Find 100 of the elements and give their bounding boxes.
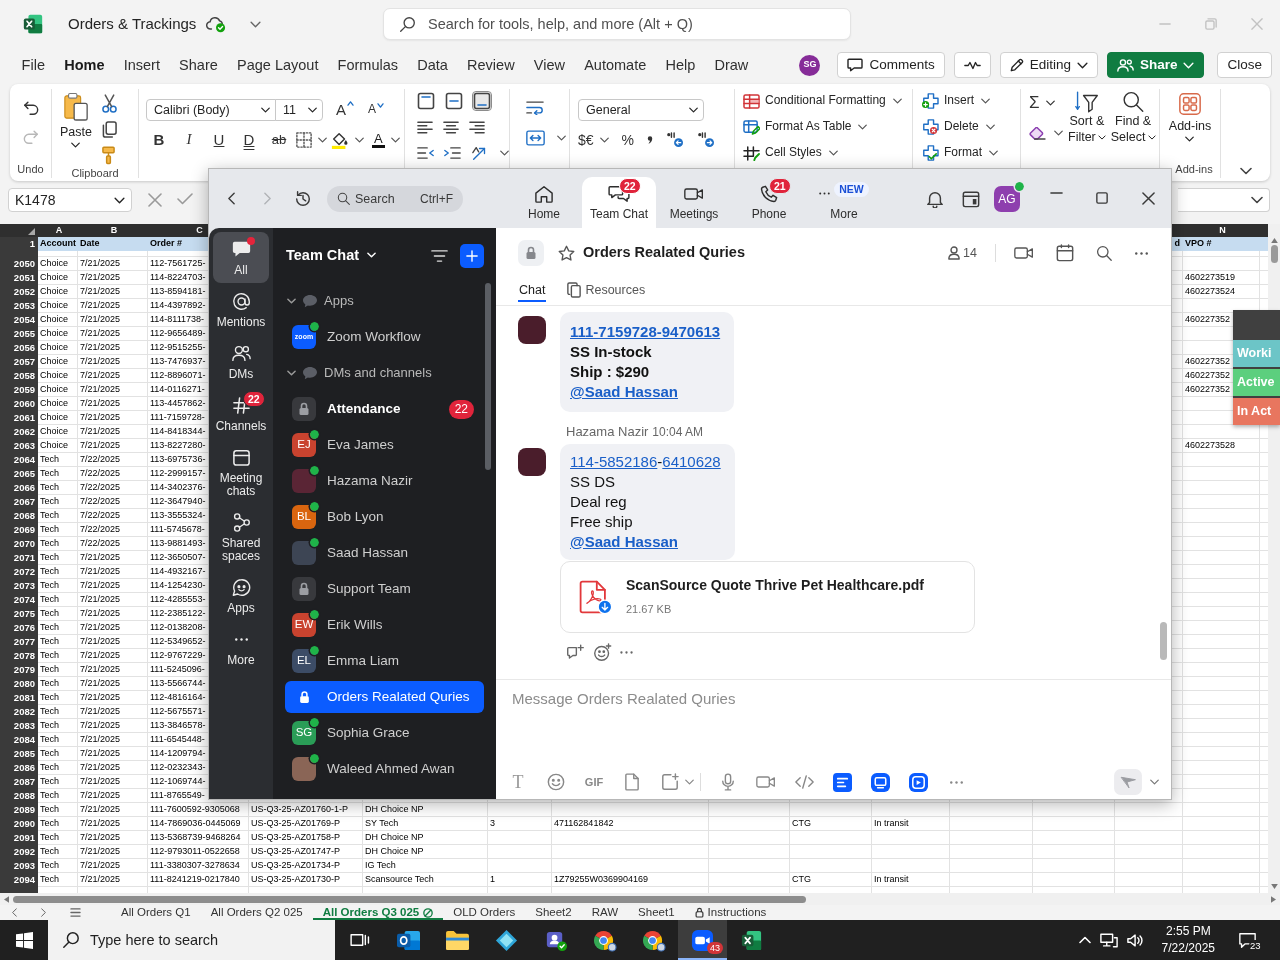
nav-tab[interactable]: Home: [507, 177, 581, 228]
font-size-dropdown[interactable]: 11: [275, 99, 323, 121]
cancel-icon[interactable]: [148, 193, 162, 207]
paste-button[interactable]: Paste: [60, 92, 92, 165]
bold-button[interactable]: B: [146, 129, 172, 151]
middle-align-icon[interactable]: [445, 92, 463, 110]
more-icon[interactable]: [948, 780, 964, 784]
previous-sheet-icon[interactable]: [12, 908, 17, 917]
chevron-down-icon[interactable]: [685, 779, 694, 785]
row-number[interactable]: 2060: [13, 398, 35, 409]
row-number[interactable]: 2080: [13, 678, 35, 689]
row-number[interactable]: 2051: [13, 272, 35, 283]
more-icon[interactable]: [1134, 251, 1149, 255]
row-number[interactable]: 2067: [13, 496, 35, 507]
row-number[interactable]: 2076: [13, 622, 35, 633]
row-number[interactable]: 2074: [13, 594, 35, 605]
scroll-up-icon[interactable]: [1270, 238, 1278, 243]
video-camera-icon[interactable]: [756, 775, 776, 789]
row-number[interactable]: 2056: [13, 342, 35, 353]
align-right-icon[interactable]: [469, 120, 485, 134]
comments-button[interactable]: Comments: [837, 52, 945, 78]
row-number[interactable]: 2062: [13, 426, 35, 437]
chat-list-item[interactable]: SG Sophia Grace: [285, 717, 484, 749]
chat-list-item[interactable]: Attendance 22: [285, 393, 484, 425]
bell-icon[interactable]: [926, 189, 944, 208]
eraser-icon[interactable]: [1029, 126, 1046, 140]
chat-list-item[interactable]: Saad Hassan: [285, 537, 484, 569]
order-link[interactable]: 6410628: [662, 451, 721, 472]
clock-time[interactable]: 2:55 PM: [1165, 923, 1211, 940]
scroll-down-icon[interactable]: [1270, 884, 1278, 889]
row-number[interactable]: 2089: [13, 804, 35, 815]
sidebar-tab[interactable]: Channels 22: [213, 388, 269, 439]
scrollbar-thumb[interactable]: [13, 895, 806, 903]
row-number[interactable]: 2055: [13, 328, 35, 339]
row-number[interactable]: 1: [29, 238, 35, 249]
sidebar-tab[interactable]: DMs: [213, 336, 269, 387]
merge-cells-icon[interactable]: [526, 130, 545, 146]
wrap-text-icon[interactable]: [526, 100, 544, 115]
app-tile-icon[interactable]: [870, 772, 890, 792]
members-button[interactable]: 14: [948, 245, 977, 261]
ribbon-tab[interactable]: Review: [457, 50, 525, 80]
row-number[interactable]: 2094: [13, 874, 35, 885]
sidebar-tab[interactable]: Shared spaces: [213, 505, 269, 569]
user-avatar[interactable]: AG: [994, 185, 1020, 212]
list-title-button[interactable]: Team Chat: [286, 247, 377, 264]
calendar-icon[interactable]: [1056, 244, 1074, 262]
italic-button[interactable]: I: [176, 129, 202, 151]
borders-icon[interactable]: [296, 132, 312, 148]
row-number[interactable]: 2064: [13, 454, 35, 465]
bottom-align-icon[interactable]: [473, 92, 491, 110]
row-number[interactable]: 2065: [13, 468, 35, 479]
row-number[interactable]: 2088: [13, 790, 35, 801]
chevron-down-icon[interactable]: [1150, 779, 1159, 785]
row-number[interactable]: 2073: [13, 580, 35, 591]
cell-styles-button[interactable]: Cell Styles: [743, 142, 912, 164]
currency-format-button[interactable]: $€: [578, 131, 609, 149]
minimize-icon[interactable]: [1049, 192, 1063, 194]
insert-cells-button[interactable]: Insert: [921, 90, 1020, 112]
file-attachment[interactable]: ScanSource Quote Thrive Pet Healthcare.pdf 21.67 KB: [560, 560, 975, 633]
row-number[interactable]: 2079: [13, 664, 35, 675]
font-name-dropdown[interactable]: Calibri (Body): [146, 99, 276, 121]
row-number[interactable]: 2075: [13, 608, 35, 619]
row-number[interactable]: 2059: [13, 384, 35, 395]
copy-icon[interactable]: [101, 121, 117, 138]
browser-icon[interactable]: [641, 928, 666, 952]
add-reaction-icon[interactable]: [593, 642, 612, 662]
top-align-icon[interactable]: [417, 92, 435, 110]
sidebar-tab[interactable]: All: [213, 232, 269, 283]
sort-filter-button[interactable]: Sort & Filter: [1068, 90, 1106, 161]
ribbon-tab[interactable]: Home: [54, 50, 115, 80]
column-letter[interactable]: A: [55, 225, 63, 235]
increase-indent-icon[interactable]: [444, 147, 461, 159]
sheet-tab[interactable]: Sheet1: [628, 905, 685, 920]
ribbon-tab[interactable]: Formulas: [328, 50, 408, 80]
decrease-decimal-icon[interactable]: [666, 132, 685, 148]
sheet-tab[interactable]: Sheet2: [525, 905, 582, 920]
screenshot-icon[interactable]: [661, 773, 679, 791]
formula-field[interactable]: [1178, 188, 1270, 212]
order-link[interactable]: 114-5852186: [570, 451, 658, 472]
spreadsheet-app-icon[interactable]: [740, 928, 763, 952]
row-number[interactable]: 2069: [13, 524, 35, 535]
video-camera-icon[interactable]: [1014, 246, 1034, 260]
message-field[interactable]: Message Orders Realated Quries: [512, 680, 1155, 716]
share-button[interactable]: Share: [1106, 52, 1205, 78]
row-number[interactable]: 2061: [13, 412, 35, 423]
nav-tab[interactable]: Phone 21: [732, 177, 806, 228]
search-icon[interactable]: [1096, 245, 1112, 261]
mention-link[interactable]: @Saad Hassan: [570, 382, 678, 402]
orientation-icon[interactable]: [471, 145, 488, 161]
gif-button[interactable]: GIF: [584, 775, 604, 789]
back-icon[interactable]: [227, 192, 235, 205]
name-box[interactable]: K1478: [8, 188, 132, 212]
filter-icon[interactable]: [431, 249, 448, 262]
sidebar-tab[interactable]: Mentions: [213, 284, 269, 335]
ribbon-tab[interactable]: Automate: [574, 50, 656, 80]
decrease-indent-icon[interactable]: [417, 147, 434, 159]
row-number[interactable]: 2053: [13, 300, 35, 311]
chat-list-item[interactable]: EL Emma Liam: [285, 645, 484, 677]
add-ins-button[interactable]: Add-ins: [1168, 92, 1212, 143]
sheet-tab[interactable]: All Orders Q2 025: [200, 905, 313, 920]
